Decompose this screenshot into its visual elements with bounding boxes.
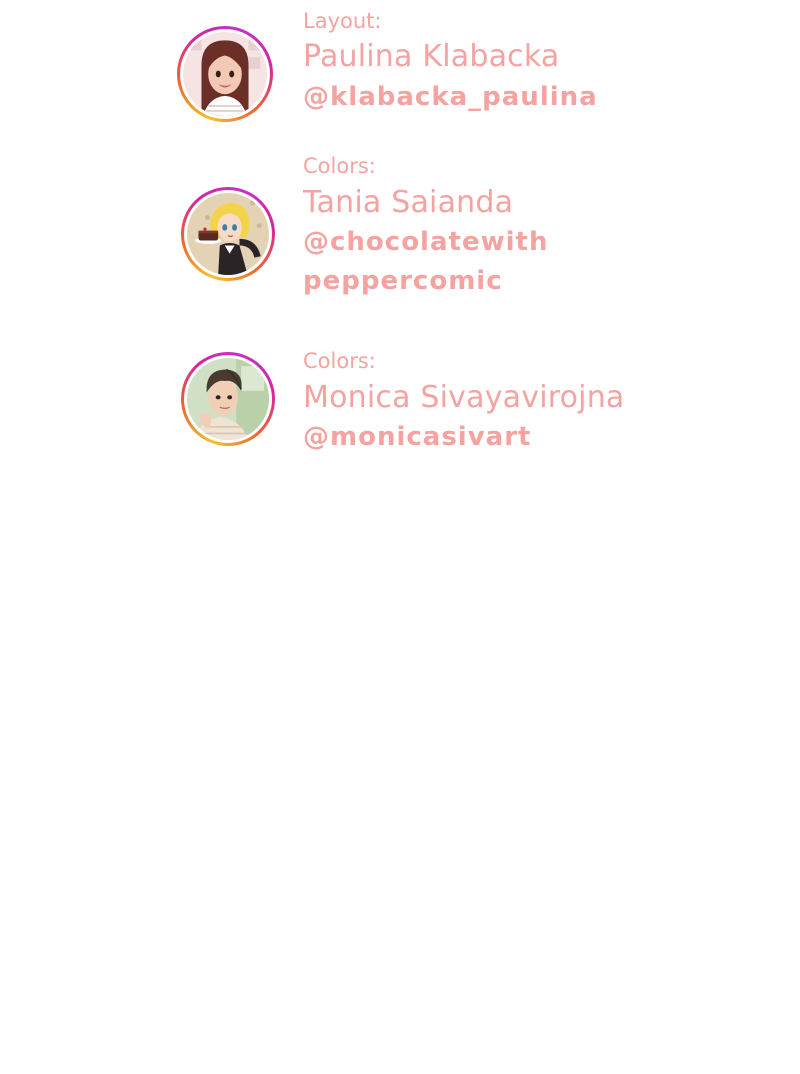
credit-role: Colors: <box>303 154 376 178</box>
credit-name: Tania Saianda <box>303 185 514 220</box>
credit-handle[interactable]: @klabacka_paulina <box>303 78 598 117</box>
avatar-man-short-hair-icon <box>187 358 269 440</box>
credit-handle[interactable]: @chocolatewith <box>303 223 548 262</box>
credit-handle[interactable]: @monicasivart <box>303 418 531 457</box>
avatar-ring[interactable] <box>181 352 275 446</box>
credit-role: Colors: <box>303 349 376 373</box>
avatar-ring[interactable] <box>177 26 273 122</box>
credit-handle-continued[interactable]: peppercomic <box>303 262 503 301</box>
credit-name: Paulina Klabacka <box>303 39 560 74</box>
avatar-woman-long-dark-hair-icon <box>183 32 267 116</box>
credit-role: Layout: <box>303 9 382 33</box>
avatar-ring[interactable] <box>181 187 275 281</box>
credit-name: Monica Sivayavirojna <box>303 380 625 415</box>
avatar-blonde-girl-with-cake-icon <box>187 193 269 275</box>
